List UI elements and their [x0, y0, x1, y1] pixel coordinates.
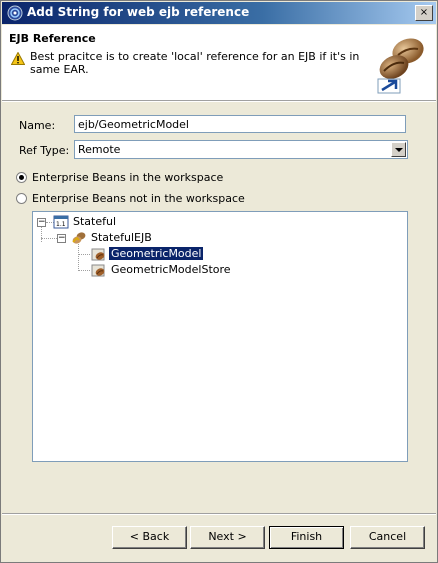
ejb-jar-icon: 1.1 [53, 215, 69, 229]
title-bar[interactable]: Add String for web ejb reference × [2, 2, 436, 24]
name-label: Name: [19, 119, 56, 132]
svg-text:1.1: 1.1 [56, 221, 66, 228]
warning-icon [11, 52, 25, 65]
chevron-down-icon[interactable] [391, 142, 406, 157]
page-title: EJB Reference [9, 32, 96, 45]
beans-folder-icon [72, 232, 86, 244]
tree-node-label: Stateful [73, 215, 117, 228]
tree-node-label: GeometricModel [107, 246, 205, 261]
ref-type-value: Remote [78, 143, 121, 156]
radio-not-in-workspace[interactable] [16, 193, 27, 204]
ejb-bean-wizard-icon [377, 38, 424, 94]
footer-divider-highlight [2, 514, 436, 515]
session-bean-icon [91, 248, 105, 261]
collapse-icon[interactable]: − [57, 234, 66, 243]
next-button[interactable]: Next > [190, 526, 265, 549]
header-banner: EJB Reference Best pracitce is to create… [2, 25, 436, 101]
close-button[interactable]: × [415, 5, 433, 21]
tree-node-geometricmodel[interactable]: GeometricModel [33, 246, 233, 262]
back-button[interactable]: < Back [112, 526, 187, 549]
finish-button[interactable]: Finish [269, 526, 344, 549]
ref-type-label: Ref Type: [19, 144, 70, 157]
name-field[interactable]: ejb/GeometricModel [74, 115, 406, 133]
window-title: Add String for web ejb reference [27, 5, 250, 19]
ejb-tree[interactable]: − 1.1 Stateful − StatefulEJB GeometricMo… [32, 211, 408, 462]
banner-message: Best pracitce is to create 'local' refer… [30, 50, 360, 76]
radio-in-workspace-label[interactable]: Enterprise Beans in the workspace [32, 171, 223, 184]
collapse-icon[interactable]: − [37, 218, 46, 227]
tree-node-stateful[interactable]: − 1.1 Stateful [33, 214, 233, 230]
tree-node-geometricmodelstore[interactable]: GeometricModelStore [33, 262, 253, 278]
tree-node-statefulejb[interactable]: − StatefulEJB [33, 230, 233, 246]
radio-not-in-workspace-label[interactable]: Enterprise Beans not in the workspace [32, 192, 245, 205]
tree-node-label: GeometricModelStore [111, 263, 231, 276]
ref-type-select[interactable]: Remote [74, 140, 408, 159]
eclipse-icon [7, 5, 23, 21]
radio-in-workspace[interactable] [16, 172, 27, 183]
dialog-window: Add String for web ejb reference × EJB R… [0, 0, 438, 563]
cancel-button[interactable]: Cancel [350, 526, 425, 549]
session-bean-icon [91, 264, 105, 277]
banner-divider [2, 101, 436, 102]
tree-node-label: StatefulEJB [91, 231, 152, 244]
